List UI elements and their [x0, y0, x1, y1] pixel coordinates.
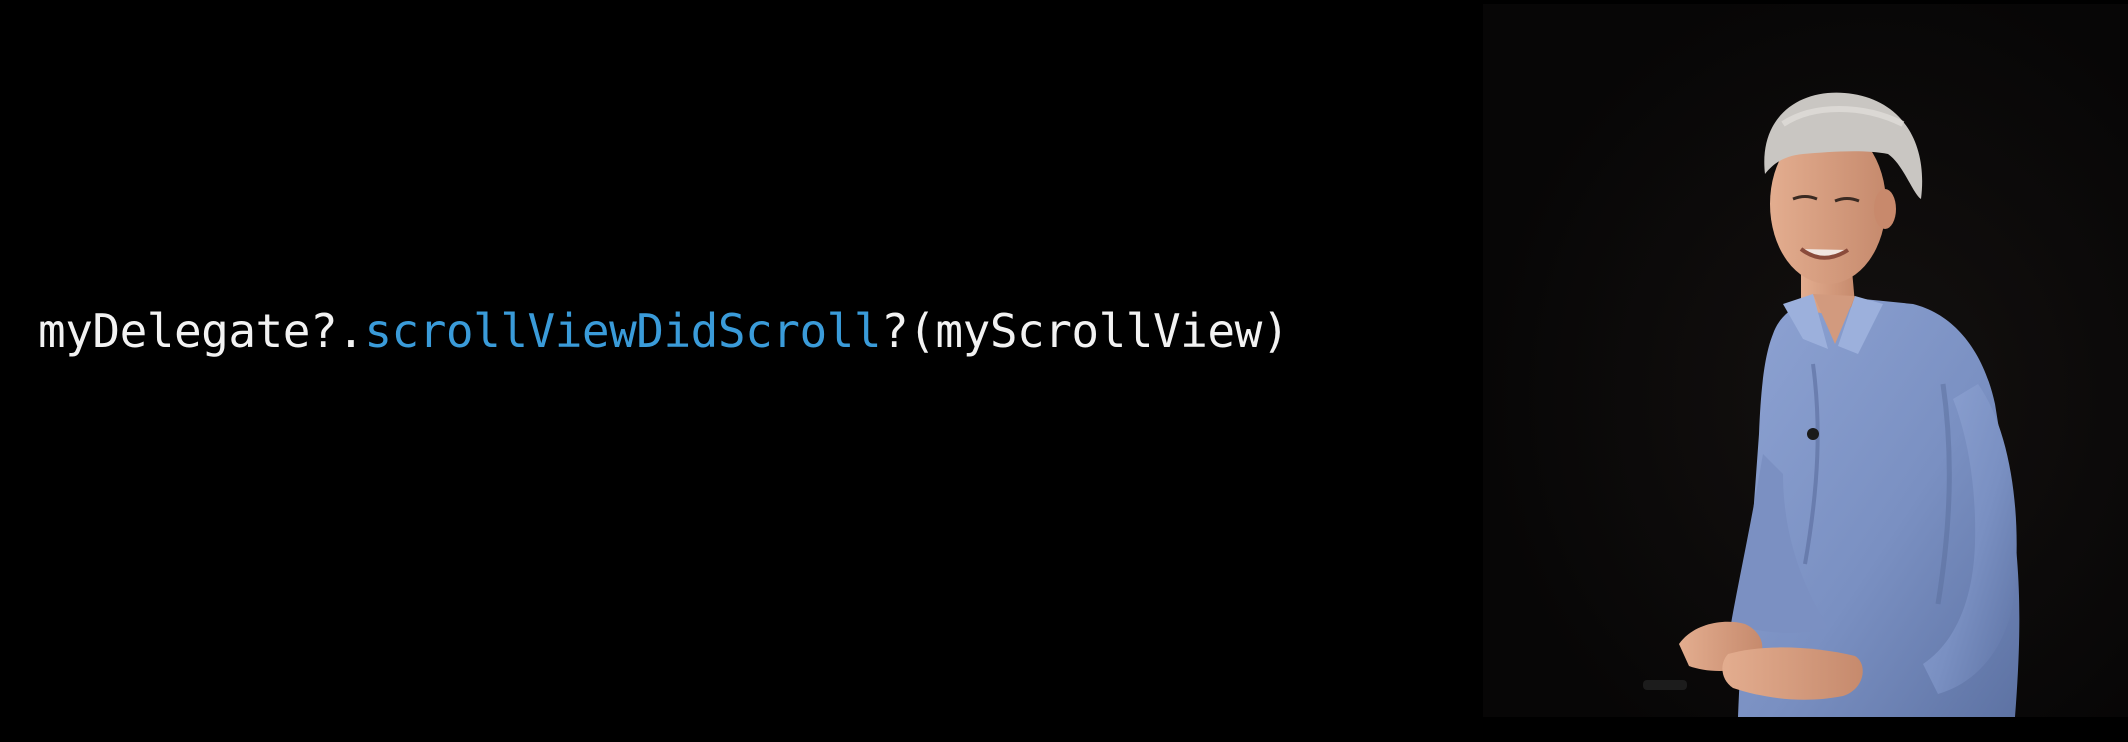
- presenter-ear: [1874, 189, 1896, 229]
- presenter-photo: [1483, 4, 2128, 717]
- code-slide: myDelegate?.scrollViewDidScroll?(myScrol…: [0, 0, 1480, 742]
- presentation-clicker-icon: [1643, 680, 1687, 690]
- frame-bottom-strip: [1483, 717, 2128, 742]
- video-frame: myDelegate?.scrollViewDidScroll?(myScrol…: [0, 0, 2128, 742]
- code-method-name: scrollViewDidScroll: [364, 304, 882, 358]
- presenter-video-panel: [1483, 4, 2128, 717]
- code-arguments: ?(myScrollView): [881, 304, 1289, 358]
- code-receiver: myDelegate?.: [38, 304, 365, 358]
- lapel-mic-icon: [1807, 428, 1819, 440]
- code-line: myDelegate?.scrollViewDidScroll?(myScrol…: [38, 300, 1289, 362]
